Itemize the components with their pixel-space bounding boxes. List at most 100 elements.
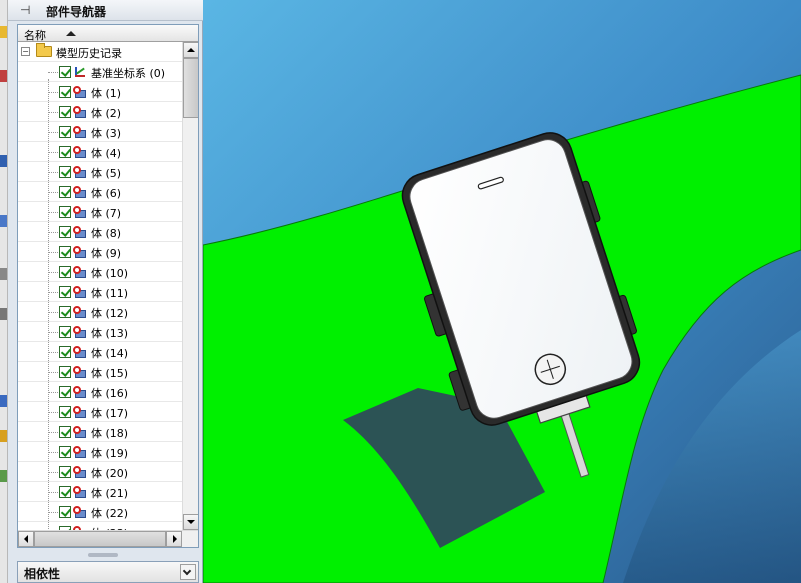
visibility-checkbox[interactable] — [59, 206, 71, 218]
body-marker — [73, 426, 81, 434]
visibility-checkbox[interactable] — [59, 286, 71, 298]
visibility-checkbox[interactable] — [59, 406, 71, 418]
tree-node-item[interactable]: 基准坐标系 (0) — [18, 62, 182, 82]
visibility-checkbox[interactable] — [59, 326, 71, 338]
tree-node-item[interactable]: 体 (21) — [18, 482, 182, 502]
tree-node-item[interactable]: 体 (19) — [18, 442, 182, 462]
visibility-checkbox[interactable] — [59, 486, 71, 498]
visibility-checkbox[interactable] — [59, 226, 71, 238]
visibility-checkbox[interactable] — [59, 366, 71, 378]
body-marker — [73, 366, 81, 374]
body-icon — [73, 306, 87, 319]
body-marker — [73, 166, 81, 174]
tool-icon[interactable] — [0, 470, 7, 482]
visibility-checkbox[interactable] — [59, 346, 71, 358]
body-marker — [73, 346, 81, 354]
horizontal-scrollbar[interactable] — [18, 530, 198, 547]
tree-node-item[interactable]: 体 (10) — [18, 262, 182, 282]
tool-icon[interactable] — [0, 70, 7, 82]
tree-node-item[interactable]: 体 (22) — [18, 502, 182, 522]
tree-node-item[interactable]: 体 (16) — [18, 382, 182, 402]
tree-node-item[interactable]: 体 (9) — [18, 242, 182, 262]
tool-icon[interactable] — [0, 215, 7, 227]
tool-icon[interactable] — [0, 430, 7, 442]
tree-node-item[interactable]: 体 (1) — [18, 82, 182, 102]
body-icon — [73, 246, 87, 259]
body-icon — [73, 226, 87, 239]
scroll-right-button[interactable] — [166, 531, 182, 547]
visibility-checkbox[interactable] — [59, 386, 71, 398]
tree-rows: − 模型历史记录 基准坐标系 (0) 体 (1) 体 (2) 体 (3) 体 (4) 体 … — [18, 42, 182, 530]
tree-node-item[interactable]: 体 (15) — [18, 362, 182, 382]
body-icon — [73, 186, 87, 199]
resource-bar — [0, 0, 8, 583]
tree-node-model-history[interactable]: − 模型历史记录 — [18, 42, 182, 62]
tree-node-item[interactable]: 体 (5) — [18, 162, 182, 182]
tool-icon[interactable] — [0, 155, 7, 167]
body-icon — [73, 346, 87, 359]
tree-node-item[interactable]: 体 (18) — [18, 422, 182, 442]
body-icon — [73, 366, 87, 379]
scroll-left-button[interactable] — [18, 531, 34, 547]
tree-node-item[interactable]: 体 (7) — [18, 202, 182, 222]
tree-node-item[interactable]: 体 (8) — [18, 222, 182, 242]
tree-node-item[interactable]: 体 (17) — [18, 402, 182, 422]
graphics-viewport[interactable] — [203, 0, 801, 583]
body-icon — [73, 326, 87, 339]
scroll-thumb[interactable] — [183, 58, 198, 118]
tree-node-item[interactable]: 体 (14) — [18, 342, 182, 362]
visibility-checkbox[interactable] — [59, 106, 71, 118]
tool-icon[interactable] — [0, 268, 7, 280]
horizontal-scroll-thumb[interactable] — [34, 531, 166, 547]
tool-icon[interactable] — [0, 395, 7, 407]
visibility-checkbox[interactable] — [59, 426, 71, 438]
body-marker — [73, 386, 81, 394]
tree-node-item[interactable]: 体 (12) — [18, 302, 182, 322]
visibility-checkbox[interactable] — [59, 166, 71, 178]
tree-node-label: 基准坐标系 (0) — [91, 67, 166, 80]
visibility-checkbox[interactable] — [59, 446, 71, 458]
tree-node-label: 体 (2) — [91, 107, 122, 120]
tool-icon[interactable] — [0, 308, 7, 320]
body-icon — [73, 506, 87, 519]
tree-node-item[interactable]: 体 (20) — [18, 462, 182, 482]
visibility-checkbox[interactable] — [59, 146, 71, 158]
part-navigator-panel: ⊣ 部件导航器 名称 − 模型历史记录 基准坐标系 (0) 体 (1) 体 (2) 体… — [8, 0, 203, 583]
visibility-checkbox[interactable] — [59, 126, 71, 138]
visibility-checkbox[interactable] — [59, 266, 71, 278]
panel-splitter-handle[interactable] — [88, 553, 118, 557]
column-header-name[interactable]: 名称 — [18, 25, 198, 42]
tree-node-label: 体 (8) — [91, 227, 122, 240]
tree-node-label: 体 (4) — [91, 147, 122, 160]
visibility-checkbox[interactable] — [59, 66, 71, 78]
tree-node-item[interactable]: 体 (6) — [18, 182, 182, 202]
body-marker — [73, 206, 81, 214]
3d-scene[interactable] — [203, 0, 801, 583]
body-marker — [73, 146, 81, 154]
tool-icon[interactable] — [0, 26, 7, 38]
tree-node-label: 体 (11) — [91, 287, 129, 300]
visibility-checkbox[interactable] — [59, 466, 71, 478]
tree-node-item[interactable]: 体 (4) — [18, 142, 182, 162]
visibility-checkbox[interactable] — [59, 186, 71, 198]
scroll-down-button[interactable] — [183, 514, 198, 530]
visibility-checkbox[interactable] — [59, 506, 71, 518]
expand-panel-button[interactable] — [180, 564, 196, 580]
visibility-checkbox[interactable] — [59, 246, 71, 258]
tree-node-item[interactable]: 体 (23) — [18, 522, 182, 530]
body-icon — [73, 166, 87, 179]
chevron-down-icon — [182, 566, 192, 576]
visibility-checkbox[interactable] — [59, 306, 71, 318]
collapse-toggle-icon[interactable]: − — [21, 47, 30, 56]
tree-node-label: 体 (9) — [91, 247, 122, 260]
scroll-up-button[interactable] — [183, 42, 198, 58]
tree-node-item[interactable]: 体 (13) — [18, 322, 182, 342]
tree-node-label: 体 (16) — [91, 387, 129, 400]
visibility-checkbox[interactable] — [59, 86, 71, 98]
pin-icon[interactable]: ⊣ — [20, 3, 30, 17]
vertical-scrollbar[interactable] — [182, 42, 198, 530]
tree-node-item[interactable]: 体 (3) — [18, 122, 182, 142]
tree-node-item[interactable]: 体 (11) — [18, 282, 182, 302]
tree-node-item[interactable]: 体 (2) — [18, 102, 182, 122]
dependency-panel[interactable]: 相依性 — [17, 561, 199, 583]
